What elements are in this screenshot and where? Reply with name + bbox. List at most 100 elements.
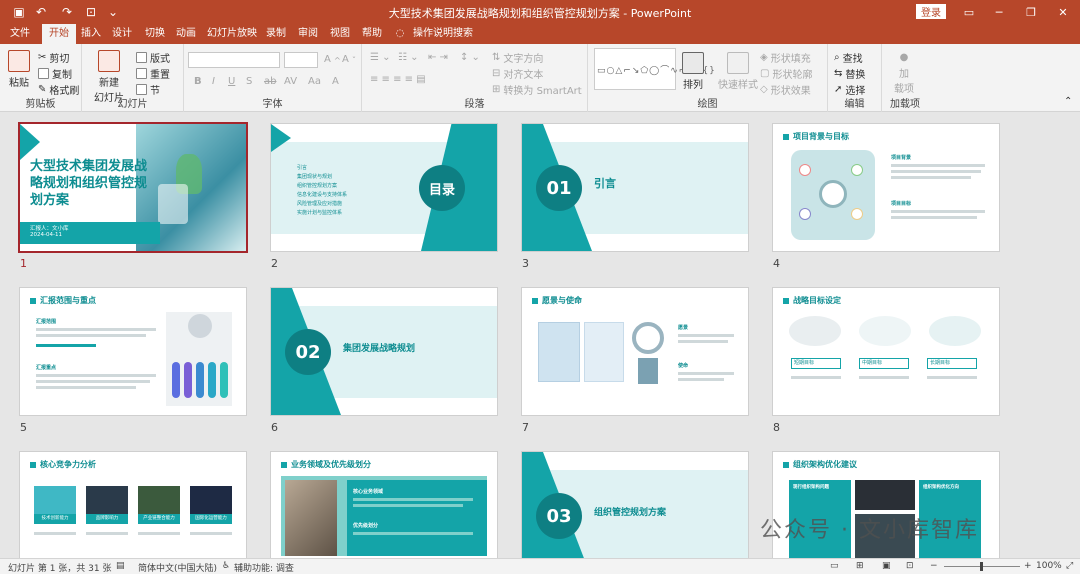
tab-help[interactable]: 帮助 [360, 24, 384, 44]
fit-to-window-icon[interactable]: ⤢ [1066, 561, 1073, 571]
tab-review[interactable]: 审阅 [296, 24, 320, 44]
zoom-in-icon[interactable]: + [1024, 561, 1032, 571]
shape-fill-button[interactable]: ◈ 形状填充 [760, 50, 811, 65]
font-name-select[interactable] [188, 52, 280, 68]
group-slides: 新建 幻灯片 版式 重置 节 幻灯片 [82, 44, 184, 112]
strikethrough-button[interactable]: ab [264, 76, 276, 87]
copy-button[interactable]: 复制 [38, 66, 72, 81]
tab-view[interactable]: 视图 [328, 24, 352, 44]
slide-thumbnail-1[interactable]: 大型技术集团发展战略规划和组织管控规划方案 汇报人：文小库 2024-04-11 [20, 124, 246, 251]
group-addins: ● 加 载项 加载项 [882, 44, 928, 112]
slide-thumbnail-4[interactable]: 项目背景与目标 项目背景 项目目标 [773, 124, 999, 251]
group-label-paragraph: 段落 [464, 99, 485, 110]
slide-number-3: 3 [522, 257, 529, 270]
paste-button[interactable]: 粘贴 [8, 50, 30, 89]
layout-button[interactable]: 版式 [136, 50, 170, 65]
normal-view-icon[interactable]: ▭ [830, 561, 839, 571]
tab-file[interactable]: 文件 [6, 24, 34, 44]
align-buttons[interactable]: ≡ ≡ ≡ ≡ ▤ [370, 74, 426, 85]
zoom-slider-thumb[interactable] [980, 562, 983, 571]
shape-outline-button[interactable]: ▢ 形状轮廓 [760, 66, 812, 81]
slide-thumbnail-11[interactable]: 03 组织管控规划方案 [522, 452, 748, 558]
slide-1-title: 大型技术集团发展战略规划和组织管控规划方案 [30, 159, 148, 208]
grow-font-button[interactable]: A ^ [324, 54, 341, 65]
group-drawing: ▭○△⌐↘⬠◯⌒∿⌐⤷☆{} 排列 快速样式 ◈ 形状填充 ▢ 形状轮廓 ◇ 形状效果… [588, 44, 828, 112]
tab-design[interactable]: 设计 [110, 24, 134, 44]
ribbon-display-icon[interactable]: ▭ [960, 3, 978, 21]
slide-number-2: 2 [271, 257, 278, 270]
shapes-gallery[interactable]: ▭○△⌐↘⬠◯⌒∿⌐⤷☆{} [594, 48, 715, 90]
accessibility-status[interactable]: 辅助功能: 调查 [234, 561, 294, 574]
reset-button[interactable]: 重置 [136, 66, 170, 81]
restore-icon[interactable]: ❐ [1022, 3, 1040, 21]
close-icon[interactable]: ✕ [1054, 3, 1072, 21]
group-label-drawing: 绘图 [697, 99, 718, 110]
slide-number-6: 6 [271, 421, 278, 434]
slide-sorter-view-icon[interactable]: ⊞ [856, 561, 864, 571]
tab-animations[interactable]: 动画 [174, 24, 198, 44]
slide-thumbnail-10[interactable]: 业务领域及优先级划分 核心业务领域 优先级划分 [271, 452, 497, 558]
tell-me-search[interactable]: 操作说明搜索 [412, 24, 474, 44]
slide-thumbnail-5[interactable]: 汇报范围与重点 汇报范围 汇报重点 [20, 288, 246, 415]
quick-styles-button[interactable]: 快速样式 [718, 52, 758, 91]
minimize-icon[interactable]: ─ [990, 3, 1008, 21]
find-button[interactable]: ⌕ 查找 [834, 50, 863, 65]
shrink-font-button[interactable]: Aˇ [342, 54, 356, 65]
group-editing: ⌕ 查找 ⇆ 替换 ➚ 选择 编辑 [828, 44, 882, 112]
text-direction-button[interactable]: ⇅ 文字方向 [492, 50, 543, 65]
font-size-select[interactable] [284, 52, 318, 68]
slide-10-title: 业务领域及优先级划分 [281, 459, 371, 470]
indent-buttons[interactable]: ⇤ ⇥ [428, 52, 448, 63]
line-spacing-button[interactable]: ↕ ⌄ [460, 52, 480, 63]
slide-thumbnail-2[interactable]: 目录 引言 集团现状与规划 组织管控规划方案 信息化建设与支持体系 风险管理及应… [271, 124, 497, 251]
accessibility-icon: ♿ [222, 561, 231, 571]
zoom-level[interactable]: 100% [1036, 561, 1062, 571]
cut-button[interactable]: ✂ 剪切 [38, 50, 69, 65]
slide-thumbnail-8[interactable]: 战略目标设定 短期目标 中期目标 长期目标 [773, 288, 999, 415]
collapse-ribbon-icon[interactable]: ⌃ [1064, 96, 1072, 107]
zoom-out-icon[interactable]: − [930, 561, 938, 571]
gear-graphic [791, 150, 875, 240]
new-slide-icon [98, 50, 120, 72]
italic-button[interactable]: I [212, 76, 215, 87]
section-title: 引言 [594, 177, 616, 190]
slide-thumbnail-6[interactable]: 02 集团发展战略规划 [271, 288, 497, 415]
bullets-button[interactable]: ☰ ⌄ [370, 52, 391, 63]
slide-thumbnail-3[interactable]: 01 引言 [522, 124, 748, 251]
align-text-button[interactable]: ⊟ 对齐文本 [492, 66, 543, 81]
lightbulb-icon: ◌ [395, 28, 405, 39]
tab-record[interactable]: 录制 [264, 24, 288, 44]
underline-button[interactable]: U [228, 76, 235, 87]
tab-home[interactable]: 开始 [42, 24, 76, 44]
spelling-icon[interactable]: ▤ [116, 561, 125, 571]
group-label-clipboard: 剪贴板 [25, 99, 56, 110]
smartart-icon: ⊞ [492, 84, 501, 95]
login-button[interactable]: 登录 [916, 4, 946, 19]
addins-button[interactable]: ● 加 载项 [894, 52, 914, 95]
replace-button[interactable]: ⇆ 替换 [834, 66, 865, 81]
text-direction-icon: ⇅ [492, 52, 501, 63]
numbering-button[interactable]: ☷ ⌄ [398, 52, 419, 63]
language-status[interactable]: 简体中文(中国大陆) [138, 561, 217, 574]
group-paragraph: ☰ ⌄ ☷ ⌄ ⇤ ⇥ ↕ ⌄ ⇅ 文字方向 ≡ ≡ ≡ ≡ ▤ ⊟ 对齐文本 ⊞ 转… [362, 44, 588, 112]
slide-thumbnail-7[interactable]: 愿景与使命 愿景 使命 [522, 288, 748, 415]
section-number: 03 [536, 493, 582, 539]
tab-transitions[interactable]: 切换 [143, 24, 167, 44]
char-spacing-button[interactable]: AV [284, 76, 297, 87]
slide-5-title: 汇报范围与重点 [30, 295, 96, 306]
change-case-button[interactable]: Aa [308, 76, 321, 87]
reading-view-icon[interactable]: ▣ [882, 561, 891, 571]
shadow-button[interactable]: S [246, 76, 252, 87]
arrange-button[interactable]: 排列 [682, 52, 704, 91]
font-color-button[interactable]: A [332, 76, 339, 87]
tab-slideshow[interactable]: 幻灯片放映 [207, 24, 257, 44]
slide-1-reporter: 汇报人：文小库 [30, 226, 69, 232]
chart-graphic [166, 312, 232, 406]
slide-thumbnail-9[interactable]: 核心竞争力分析 技术创新能力 品牌影响力 产业链整合能力 国际化运营能力 [20, 452, 246, 558]
slideshow-view-icon[interactable]: ⊡ [906, 561, 914, 571]
bold-button[interactable]: B [194, 76, 202, 87]
replace-icon: ⇆ [834, 68, 843, 79]
corner-triangle [20, 124, 40, 160]
effects-icon: ◇ [760, 84, 768, 95]
tab-insert[interactable]: 插入 [80, 24, 102, 44]
